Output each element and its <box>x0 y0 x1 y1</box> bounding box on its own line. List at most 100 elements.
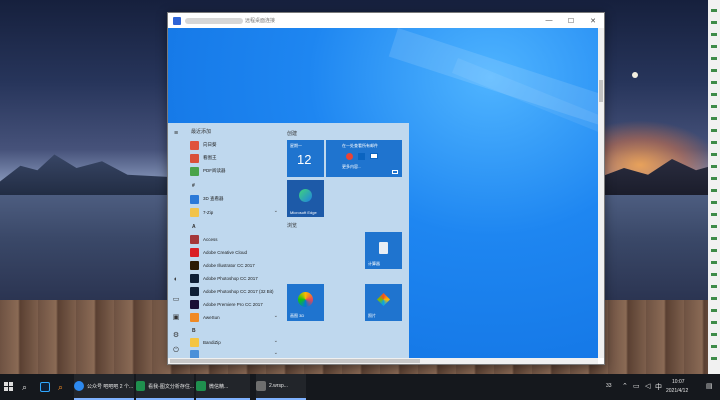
paint3d-label: 画图 3D <box>290 313 305 318</box>
app-item[interactable]: PDF阅读器 <box>190 166 282 176</box>
search-button[interactable]: ⌕ <box>22 374 27 400</box>
section-letter-hash[interactable]: # <box>192 183 195 189</box>
group-label-browse: 浏览 <box>287 223 298 229</box>
3d-viewer-icon <box>190 194 199 204</box>
folder-icon <box>190 207 199 217</box>
app-item[interactable]: BandiZip ⌄ <box>190 337 282 347</box>
document-icon[interactable]: ▭ <box>172 295 180 303</box>
network-icon[interactable]: ▭ <box>633 382 640 390</box>
google-icon <box>346 153 353 160</box>
host-taskbar: ⌕ ⌕ 公众号 吧吧吧 2 个... 看我-图文分析存住... 微信精... 2… <box>0 374 720 400</box>
clock-date[interactable]: 2021/4/12 <box>666 388 688 394</box>
right-edge-app-strip <box>708 0 720 374</box>
photos-tile[interactable]: 照片 <box>365 284 402 321</box>
pdf-reader-icon <box>190 166 199 176</box>
photoshop-icon <box>190 273 199 283</box>
app-item[interactable]: Adobe Creative Cloud <box>190 247 282 257</box>
vertical-scrollbar[interactable] <box>598 28 604 358</box>
app-item[interactable]: 看图王 <box>190 153 282 163</box>
blurred-host-name <box>185 17 243 24</box>
remote-desktop-icon <box>173 16 181 25</box>
remote-desktop-window: 远程桌面连接 — ☐ ✕ ≡ ◐ ▭ ▣ ⚙ ⏻ 最近添加 向日葵 看图王 PD… <box>167 12 605 365</box>
mail-more: 更多内容... <box>342 164 362 169</box>
moon <box>632 72 638 78</box>
start-menu-rail: ≡ ◐ ▭ ▣ ⚙ ⏻ <box>168 123 185 358</box>
app-icon <box>190 349 199 358</box>
edge-label: Microsoft Edge <box>290 210 317 215</box>
mail-heading: 在一处查看所有邮件 <box>342 143 378 148</box>
chevron-down-icon: ⌄ <box>273 313 278 319</box>
search-tool-button[interactable]: ⌕ <box>58 374 63 400</box>
mail-icon <box>370 153 378 159</box>
calendar-date: 12 <box>297 152 312 167</box>
app-item[interactable]: 7-Zip ⌄ <box>190 207 282 217</box>
volume-icon[interactable]: ◁ <box>645 382 650 390</box>
window-titlebar[interactable]: 远程桌面连接 — ☐ ✕ <box>168 13 604 28</box>
recently-added-header: 最近添加 <box>191 129 212 135</box>
tiles-panel: 创建 星期一 12 在一处查看所有邮件 更多内容... Microsoft Ed… <box>284 123 409 358</box>
edge-icon <box>299 189 312 202</box>
app-item[interactable]: AweSun ⌄ <box>190 312 282 322</box>
paint3d-tile[interactable]: 画图 3D <box>287 284 324 321</box>
chevron-down-icon: ⌄ <box>273 208 278 214</box>
tray-number[interactable]: 33 <box>606 383 612 389</box>
remote-desktop-icon <box>256 381 266 391</box>
calculator-icon <box>379 242 388 254</box>
photoshop-icon <box>190 286 199 296</box>
hamburger-menu-icon[interactable]: ≡ <box>172 129 180 137</box>
close-button[interactable]: ✕ <box>582 13 604 28</box>
horizontal-scrollbar[interactable] <box>168 358 598 364</box>
premiere-icon <box>190 299 199 309</box>
user-avatar-icon[interactable]: ◐ <box>172 275 180 283</box>
chevron-down-icon: ⌄ <box>273 338 278 344</box>
minimize-button[interactable]: — <box>538 13 560 28</box>
photoshop-taskbar-button[interactable] <box>40 374 50 400</box>
settings-gear-icon[interactable]: ⚙ <box>172 331 180 339</box>
app-item[interactable]: Access <box>190 234 282 244</box>
app-item[interactable]: Adobe Premiere Pro CC 2017 <box>190 299 282 309</box>
app-item[interactable]: 向日葵 <box>190 140 282 150</box>
search-icon: ⌕ <box>22 381 28 392</box>
app-item[interactable]: Adobe Photoshop CC 2017 (32 Bit) <box>190 286 282 296</box>
mail-envelope-icon <box>392 170 398 174</box>
input-method-icon[interactable]: 中 <box>655 382 662 392</box>
illustrator-icon <box>190 260 199 270</box>
photos-icon <box>377 293 390 306</box>
power-icon[interactable]: ⏻ <box>172 347 180 355</box>
start-button[interactable] <box>4 374 14 400</box>
taskbar-window-item[interactable]: 公众号 吧吧吧 2 个... <box>74 374 134 400</box>
section-letter-a[interactable]: A <box>192 224 196 230</box>
edge-icon <box>74 381 84 391</box>
app-item[interactable]: 3D 查看器 <box>190 194 282 204</box>
clock-time[interactable]: 10:07 <box>672 379 685 385</box>
maximize-button[interactable]: ☐ <box>560 13 582 28</box>
folder-icon <box>190 312 199 322</box>
taskbar-window-item[interactable]: 微信精... <box>196 374 250 400</box>
sunlogin-icon <box>190 140 199 150</box>
edge-tile[interactable]: Microsoft Edge <box>287 180 324 217</box>
mail-tile[interactable]: 在一处查看所有邮件 更多内容... <box>326 140 402 177</box>
calendar-tile[interactable]: 星期一 12 <box>287 140 324 177</box>
chevron-down-icon: ⌄ <box>273 350 278 356</box>
app-item[interactable]: Adobe Photoshop CC 2017 <box>190 273 282 283</box>
excel-icon <box>196 381 206 391</box>
remote-desktop-area[interactable]: ≡ ◐ ▭ ▣ ⚙ ⏻ 最近添加 向日葵 看图王 PDF阅读器 # 3D 查看器… <box>168 28 598 358</box>
pictures-icon[interactable]: ▣ <box>172 313 180 321</box>
photoshop-icon <box>40 382 50 392</box>
tray-chevron-icon[interactable]: ⌃ <box>622 382 628 390</box>
notification-icon[interactable]: ▤ <box>706 382 713 390</box>
windows-logo-icon <box>4 382 13 391</box>
taskbar-window-item[interactable]: 看我-图文分析存住... <box>136 374 194 400</box>
calculator-label: 计算器 <box>368 261 380 266</box>
folder-icon <box>190 337 199 347</box>
section-letter-b[interactable]: B <box>192 328 196 334</box>
mountains-left <box>0 154 170 195</box>
app-item[interactable]: Adobe Illustrator CC 2017 <box>190 260 282 270</box>
orange-search-icon: ⌕ <box>58 381 64 392</box>
group-label-create: 创建 <box>287 131 298 137</box>
app-item[interactable]: ⌄ <box>190 349 282 358</box>
access-icon <box>190 234 199 244</box>
calculator-tile[interactable]: 计算器 <box>365 232 402 269</box>
taskbar-window-item[interactable]: 2.wrsp... <box>256 374 306 400</box>
photos-label: 照片 <box>368 313 376 318</box>
